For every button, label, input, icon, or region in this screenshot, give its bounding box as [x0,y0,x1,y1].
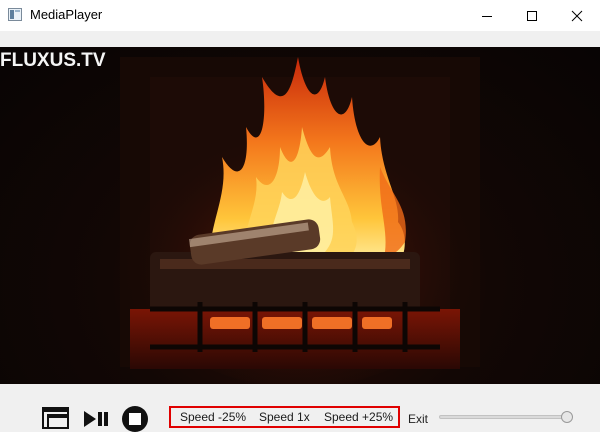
window-title: MediaPlayer [30,7,103,22]
svg-text:FLUXUS.TV: FLUXUS.TV [0,50,106,71]
speed-controls: Speed -25% Speed 1x Speed +25% [169,406,400,428]
title-bar: MediaPlayer [0,0,600,31]
stop-icon[interactable] [120,404,150,432]
exit-button[interactable]: Exit [408,412,428,426]
speed-increase-button[interactable]: Speed +25% [324,410,393,424]
play-pause-icon[interactable] [83,410,111,428]
volume-slider-track[interactable] [439,415,572,419]
video-display[interactable]: FLUXUS.TV [0,47,600,384]
speed-decrease-button[interactable]: Speed -25% [180,410,246,424]
embers [210,317,392,329]
fireplace-scene [110,57,490,384]
control-bar: Speed -25% Speed 1x Speed +25% Exit [0,384,600,432]
speed-normal-button[interactable]: Speed 1x [259,410,310,424]
minimize-icon [482,15,492,17]
minimize-button[interactable] [464,0,510,31]
fullscreen-icon[interactable] [42,406,72,430]
maximize-icon [527,10,537,21]
close-button[interactable] [554,0,600,31]
toolbar-band [0,31,600,47]
maximize-button[interactable] [509,0,555,31]
volume-slider-thumb[interactable] [561,411,573,423]
fluxus-tv-watermark: FLUXUS.TV [0,50,106,71]
close-icon [571,10,583,21]
app-icon [8,8,22,21]
